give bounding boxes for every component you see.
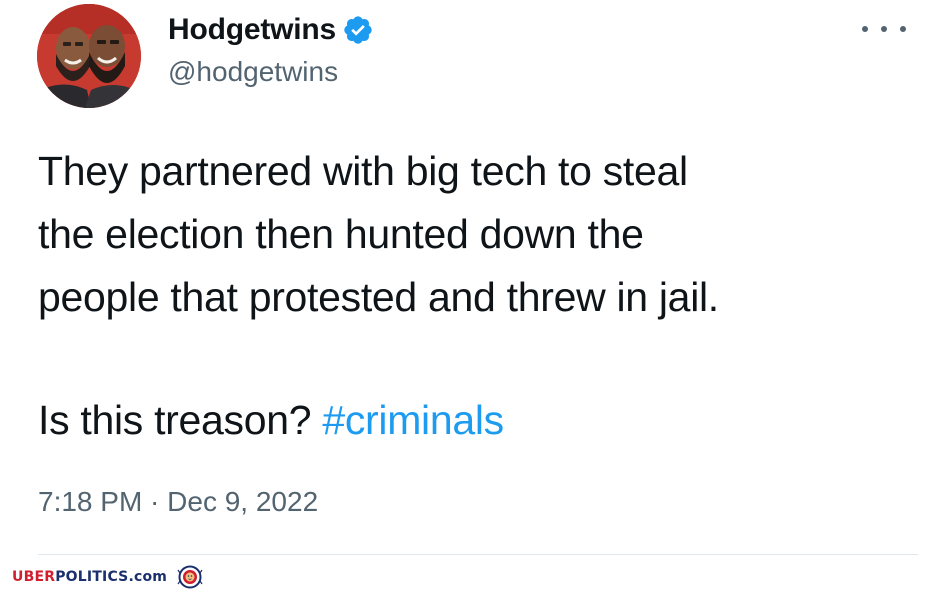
display-name[interactable]: Hodgetwins bbox=[168, 13, 336, 47]
divider bbox=[38, 554, 918, 555]
tweet-timestamp[interactable]: 7:18 PM · Dec 9, 2022 bbox=[38, 486, 318, 518]
avatar-image bbox=[37, 4, 141, 108]
display-name-row[interactable]: Hodgetwins bbox=[168, 12, 374, 48]
tweet-text-line: They partnered with big tech to steal bbox=[38, 148, 688, 194]
avatar[interactable] bbox=[37, 4, 141, 108]
more-dot bbox=[900, 26, 906, 32]
more-options-icon[interactable] bbox=[862, 14, 906, 44]
tweet-question: Is this treason? bbox=[38, 397, 323, 443]
hashtag-link[interactable]: #criminals bbox=[322, 397, 504, 443]
tweet-screenshot: Hodgetwins @hodgetwins They partnered wi… bbox=[0, 0, 940, 591]
more-dot bbox=[862, 26, 868, 32]
tweet-text: They partnered with big tech to steal th… bbox=[38, 140, 918, 452]
tweet-question-line: Is this treason? #criminals bbox=[38, 389, 918, 452]
tweet-text-line: the election then hunted down the bbox=[38, 211, 644, 257]
watermark-part2: POLITICS.com bbox=[55, 569, 168, 585]
user-handle[interactable]: @hodgetwins bbox=[168, 56, 338, 88]
more-dot bbox=[881, 26, 887, 32]
watermark: UBER POLITICS.com bbox=[12, 565, 205, 589]
lion-seal-icon bbox=[175, 565, 205, 589]
watermark-part1: UBER bbox=[12, 569, 56, 585]
tweet-text-line: people that protested and threw in jail. bbox=[38, 274, 719, 320]
verified-badge-icon bbox=[342, 14, 374, 46]
